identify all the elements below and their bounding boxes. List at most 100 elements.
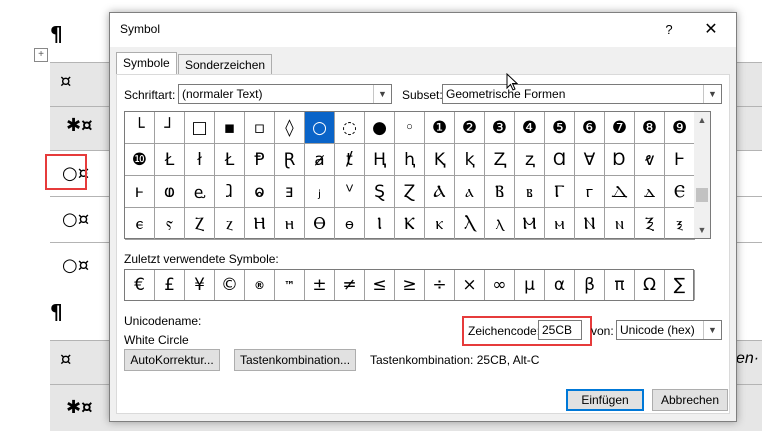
table-cell[interactable]: ✱¤: [66, 115, 93, 136]
symbol-cell[interactable]: ⲉ: [125, 208, 155, 240]
table-cell[interactable]: ¤: [60, 349, 71, 370]
symbol-cell[interactable]: ❽: [635, 112, 665, 144]
symbol-cell[interactable]: ⱽ: [335, 176, 365, 208]
symbol-cell[interactable]: ◌: [335, 112, 365, 144]
symbol-cell[interactable]: Ⲗ: [455, 208, 485, 240]
symbol-cell[interactable]: Ⱨ: [365, 144, 395, 176]
symbol-cell[interactable]: Ɑ: [545, 144, 575, 176]
scroll-down-icon[interactable]: ▼: [694, 222, 710, 238]
symbol-cell[interactable]: ⲕ: [425, 208, 455, 240]
symbol-cell-selected[interactable]: ○: [305, 112, 335, 144]
symbol-cell[interactable]: ❾: [665, 112, 695, 144]
cancel-button[interactable]: Abbrechen: [652, 389, 728, 411]
symbol-cell[interactable]: Ⲍ: [185, 208, 215, 240]
symbol-cell[interactable]: ▪: [215, 112, 245, 144]
symbol-cell[interactable]: ł: [185, 144, 215, 176]
symbol-cell[interactable]: Ⲝ: [635, 208, 665, 240]
symbol-cell[interactable]: ⱸ: [185, 176, 215, 208]
symbol-cell[interactable]: ❺: [545, 112, 575, 144]
symbol-cell[interactable]: ⱺ: [245, 176, 275, 208]
tab-symbole[interactable]: Symbole: [116, 52, 177, 75]
symbol-cell[interactable]: ⱦ: [335, 144, 365, 176]
recent-symbol-cell[interactable]: ®: [245, 270, 275, 300]
symbol-cell[interactable]: ⲗ: [485, 208, 515, 240]
symbol-cell[interactable]: ❿: [125, 144, 155, 176]
symbol-cell[interactable]: ▫: [245, 112, 275, 144]
symbol-cell[interactable]: ⱷ: [155, 176, 185, 208]
table-move-handle-icon[interactable]: +: [34, 48, 48, 62]
recent-symbol-cell[interactable]: ≠: [335, 270, 365, 300]
chevron-down-icon[interactable]: ▼: [373, 85, 391, 103]
table-cell[interactable]: ✱¤: [66, 397, 93, 418]
recent-symbol-cell[interactable]: ≥: [395, 270, 425, 300]
recent-symbol-cell[interactable]: ÷: [425, 270, 455, 300]
symbol-cell[interactable]: ⱻ: [275, 176, 305, 208]
symbol-cell[interactable]: ⱥ: [305, 144, 335, 176]
symbol-cell[interactable]: ◦: [395, 112, 425, 144]
recent-symbol-cell[interactable]: α: [545, 270, 575, 300]
recent-symbol-cell[interactable]: £: [155, 270, 185, 300]
symbol-cell[interactable]: ⲁ: [455, 176, 485, 208]
symbol-cell[interactable]: ❶: [425, 112, 455, 144]
scroll-thumb[interactable]: [696, 188, 708, 202]
symbol-cell[interactable]: Ⲙ: [515, 208, 545, 240]
symbol-cell[interactable]: ⲇ: [635, 176, 665, 208]
symbol-cell[interactable]: Ɀ: [395, 176, 425, 208]
symbol-cell[interactable]: Ⲅ: [545, 176, 575, 208]
symbol-cell[interactable]: Ɽ: [275, 144, 305, 176]
symbol-cell[interactable]: Ɒ: [605, 144, 635, 176]
chevron-down-icon[interactable]: ▼: [703, 85, 721, 103]
recent-symbol-cell[interactable]: Ω: [635, 270, 665, 300]
recent-symbol-cell[interactable]: ×: [455, 270, 485, 300]
symbol-cell[interactable]: ●: [365, 112, 395, 144]
symbol-cell[interactable]: ⲋ: [155, 208, 185, 240]
recent-symbol-cell[interactable]: ∑: [665, 270, 695, 300]
scroll-up-icon[interactable]: ▲: [694, 112, 710, 128]
symbol-cell[interactable]: ❷: [455, 112, 485, 144]
symbol-cell[interactable]: Ⲁ: [425, 176, 455, 208]
symbol-cell[interactable]: Ⲕ: [395, 208, 425, 240]
shortcut-key-button[interactable]: Tastenkombination...: [234, 349, 356, 371]
symbol-cell[interactable]: Ⱶ: [665, 144, 695, 176]
table-cell[interactable]: ¤: [60, 71, 71, 92]
symbol-cell[interactable]: Ⱪ: [425, 144, 455, 176]
symbol-cell[interactable]: Ⲇ: [605, 176, 635, 208]
symbol-cell[interactable]: ⱹ: [215, 176, 245, 208]
symbol-cell[interactable]: ⲍ: [215, 208, 245, 240]
symbol-cell[interactable]: Ⲉ: [665, 176, 695, 208]
recent-symbol-cell[interactable]: ±: [305, 270, 335, 300]
recent-symbol-cell[interactable]: ¥: [185, 270, 215, 300]
subset-select[interactable]: Geometrische Formen ▼: [442, 84, 722, 104]
font-select[interactable]: (normaler Text) ▼: [178, 84, 392, 104]
close-icon[interactable]: ✕: [698, 19, 724, 41]
symbol-grid-scrollbar[interactable]: ▲ ▼: [694, 111, 711, 239]
symbol-cell[interactable]: ⱶ: [125, 176, 155, 208]
symbol-cell[interactable]: Ⲛ: [575, 208, 605, 240]
symbol-cell[interactable]: ❻: [575, 112, 605, 144]
symbol-cell[interactable]: └: [125, 112, 155, 144]
symbol-cell[interactable]: ⱬ: [515, 144, 545, 176]
symbol-cell[interactable]: Ⲏ: [245, 208, 275, 240]
symbol-cell[interactable]: ⱨ: [395, 144, 425, 176]
symbol-cell[interactable]: ⲛ: [605, 208, 635, 240]
symbol-cell[interactable]: Ɐ: [575, 144, 605, 176]
symbol-cell[interactable]: ┘: [155, 112, 185, 144]
symbol-cell[interactable]: ⲃ: [515, 176, 545, 208]
symbol-cell[interactable]: ⲑ: [335, 208, 365, 240]
recent-symbol-cell[interactable]: ∞: [485, 270, 515, 300]
symbol-cell[interactable]: ⲏ: [275, 208, 305, 240]
symbol-cell[interactable]: □: [185, 112, 215, 144]
symbol-cell[interactable]: Ⲑ: [305, 208, 335, 240]
table-cell[interactable]: ○¤: [62, 255, 89, 276]
symbol-cell[interactable]: ⱼ: [305, 176, 335, 208]
symbol-cell[interactable]: ⲅ: [575, 176, 605, 208]
symbol-cell[interactable]: Ł: [215, 144, 245, 176]
symbol-cell[interactable]: ❸: [485, 112, 515, 144]
recent-symbol-cell[interactable]: π: [605, 270, 635, 300]
symbol-cell[interactable]: ⱴ: [635, 144, 665, 176]
symbol-cell[interactable]: Ⱬ: [485, 144, 515, 176]
recent-symbol-cell[interactable]: β: [575, 270, 605, 300]
symbol-cell[interactable]: Ᵽ: [245, 144, 275, 176]
recent-symbol-cell[interactable]: µ: [515, 270, 545, 300]
autocorrect-button[interactable]: AutoKorrektur...: [124, 349, 220, 371]
